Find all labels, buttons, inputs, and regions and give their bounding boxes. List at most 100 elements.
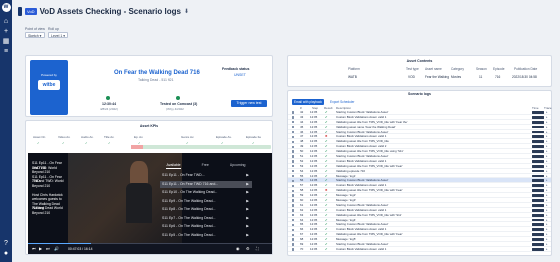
row-checkbox[interactable] (292, 223, 295, 227)
export-scheduler-button[interactable]: Export Scheduler (328, 99, 356, 105)
log-time-bar (532, 140, 544, 144)
skip-back-icon[interactable]: ⏮ (32, 244, 36, 254)
log-time-bar (532, 174, 544, 178)
play-icon[interactable]: ▶ (246, 232, 249, 239)
row-checkbox[interactable] (292, 111, 295, 114)
row-checkbox[interactable] (292, 214, 295, 217)
trigger-new-test-button[interactable]: Trigger new test (231, 100, 267, 107)
row-checkbox[interactable] (292, 238, 295, 241)
episode-list-item[interactable]: S11 Ep5 - On The Walking Dead... ▶ (160, 232, 252, 239)
expand-icon[interactable]: ▸ (546, 247, 548, 252)
episode-list-item[interactable]: S11 Ep6 - On The Walking Dead... ▶ (160, 223, 252, 230)
tab-available[interactable]: Available (166, 163, 181, 169)
kpi-header: Episode Av. (216, 135, 232, 139)
episode-list-item-label: S11 Ep9 - On The Walking Dead... (162, 198, 216, 203)
row-checkbox[interactable] (292, 155, 295, 158)
grid-icon[interactable]: ▦ (2, 38, 10, 46)
row-checkbox[interactable] (292, 160, 295, 163)
play-icon[interactable]: ▶ (246, 172, 249, 179)
point-of-view-label: Point of view (25, 27, 45, 31)
play-icon[interactable]: ▶ (39, 244, 42, 254)
log-time-bar (532, 223, 544, 227)
log-time-bar (532, 115, 544, 119)
episode-list-item[interactable]: S11 Ep8 - On The Walking Dead... ▶ (160, 206, 252, 213)
video-player[interactable]: S11 Ep11 - On Fear TWD 716 and TWD: World… (28, 153, 272, 254)
contents-header: Season (476, 67, 487, 71)
episode-list-item[interactable]: S11 Ep10 - On The Walking Dead... ▶ (160, 189, 252, 196)
episode-list-item[interactable]: S11 Ep9 - On The Walking Dead... ▶ (160, 198, 252, 205)
row-checkbox[interactable] (292, 125, 295, 129)
row-checkbox[interactable] (292, 248, 295, 251)
log-row[interactable]: 70 12:05 ✔ Custom Block Validations Asset: … (288, 247, 551, 252)
log-time-bar (532, 218, 544, 222)
email-playback-button[interactable]: Email with playback (292, 99, 324, 105)
episode-list-item[interactable]: S11 Ep7 - On The Walking Dead... ▶ (160, 215, 252, 222)
log-step-number: 70 (300, 246, 304, 251)
point-of-view-select[interactable]: Sketch ▾ (25, 32, 45, 38)
help-icon[interactable]: ? (2, 240, 10, 248)
kpi-header: Video Av. (58, 135, 71, 139)
row-checkbox[interactable] (292, 179, 295, 183)
contents-cell: 11 (479, 75, 483, 79)
row-checkbox[interactable] (292, 194, 295, 197)
play-icon[interactable]: ▶ (246, 215, 249, 222)
feedback-status-value[interactable]: UNSET (234, 73, 246, 77)
row-checkbox[interactable] (292, 130, 295, 134)
skip-forward-icon[interactable]: ⏭ (46, 244, 50, 254)
row-checkbox[interactable] (292, 184, 295, 188)
log-time-bar (532, 228, 544, 232)
row-checkbox[interactable] (292, 165, 295, 168)
kpi-header: Genre Av. (181, 135, 195, 139)
asset-card: Powered by witbe On Fear the Walking Dea… (25, 55, 273, 117)
volume-icon[interactable]: 🔊 (54, 244, 59, 254)
download-icon[interactable]: ⬇ (184, 8, 189, 15)
row-checkbox[interactable] (292, 233, 295, 236)
log-description: Custom Block Validations Asset: valid 1 (336, 246, 387, 251)
fullscreen-icon[interactable]: ⛶ (256, 244, 259, 254)
row-checkbox[interactable] (292, 204, 295, 207)
logs-table: 42 12:05 ✔ Starting Custom Block 'Validatio… (288, 110, 551, 252)
row-checkbox[interactable] (292, 135, 295, 139)
row-checkbox[interactable] (292, 150, 295, 153)
row-checkbox[interactable] (292, 243, 295, 246)
row-checkbox[interactable] (292, 145, 295, 148)
asset-subtitle: Talking Dead - 511 fl21 (138, 78, 174, 82)
tab-upcoming[interactable]: Upcoming (230, 163, 246, 169)
row-checkbox[interactable] (292, 174, 295, 178)
kpi-timeline-error (131, 145, 143, 149)
play-icon[interactable]: ▶ (246, 198, 249, 205)
row-checkbox[interactable] (292, 199, 295, 202)
home-icon[interactable]: ⌂ (2, 18, 10, 26)
kpis-title: Asset KPIs (139, 124, 159, 128)
play-icon[interactable]: ▶ (246, 223, 249, 230)
row-checkbox[interactable] (292, 209, 295, 212)
host-figure-body (126, 183, 152, 223)
row-checkbox[interactable] (292, 228, 295, 232)
row-checkbox[interactable] (292, 218, 295, 222)
app-logo-icon[interactable]: w (1, 3, 11, 12)
log-time-bar (532, 233, 544, 237)
tab-free[interactable]: Free (202, 163, 209, 169)
row-checkbox[interactable] (292, 140, 295, 144)
timecode: 00:47:03 / 16:14 (68, 247, 93, 251)
episode-list-item[interactable]: S11 Ep11 - On Fear TWD 716 and... ▶ (160, 180, 252, 188)
add-icon[interactable]: + (2, 28, 10, 36)
play-icon[interactable]: ▶ (246, 206, 249, 213)
roll-up-select[interactable]: Level 1 ▾ (48, 32, 68, 38)
row-checkbox[interactable] (292, 169, 295, 173)
row-checkbox[interactable] (292, 189, 295, 192)
row-checkbox[interactable] (292, 116, 295, 119)
log-time-bar (532, 179, 544, 183)
play-icon[interactable]: ▶ (246, 181, 249, 188)
episode-list-item[interactable]: S11 Ep11 - On Fear TWD... ▶ (160, 172, 252, 179)
play-icon[interactable]: ▶ (246, 189, 249, 196)
kpi-header: Episode Ite (246, 135, 262, 139)
row-checkbox[interactable] (292, 121, 295, 124)
phone-icon (18, 6, 22, 16)
list-icon[interactable]: ≡ (2, 48, 10, 56)
asset-title: On Fear the Walking Dead 716 (114, 70, 200, 76)
check-icon (106, 96, 110, 100)
settings-icon[interactable]: ⚙ (246, 244, 250, 254)
user-icon[interactable]: ● (2, 250, 10, 258)
camera-icon[interactable]: ◉ (236, 244, 240, 254)
